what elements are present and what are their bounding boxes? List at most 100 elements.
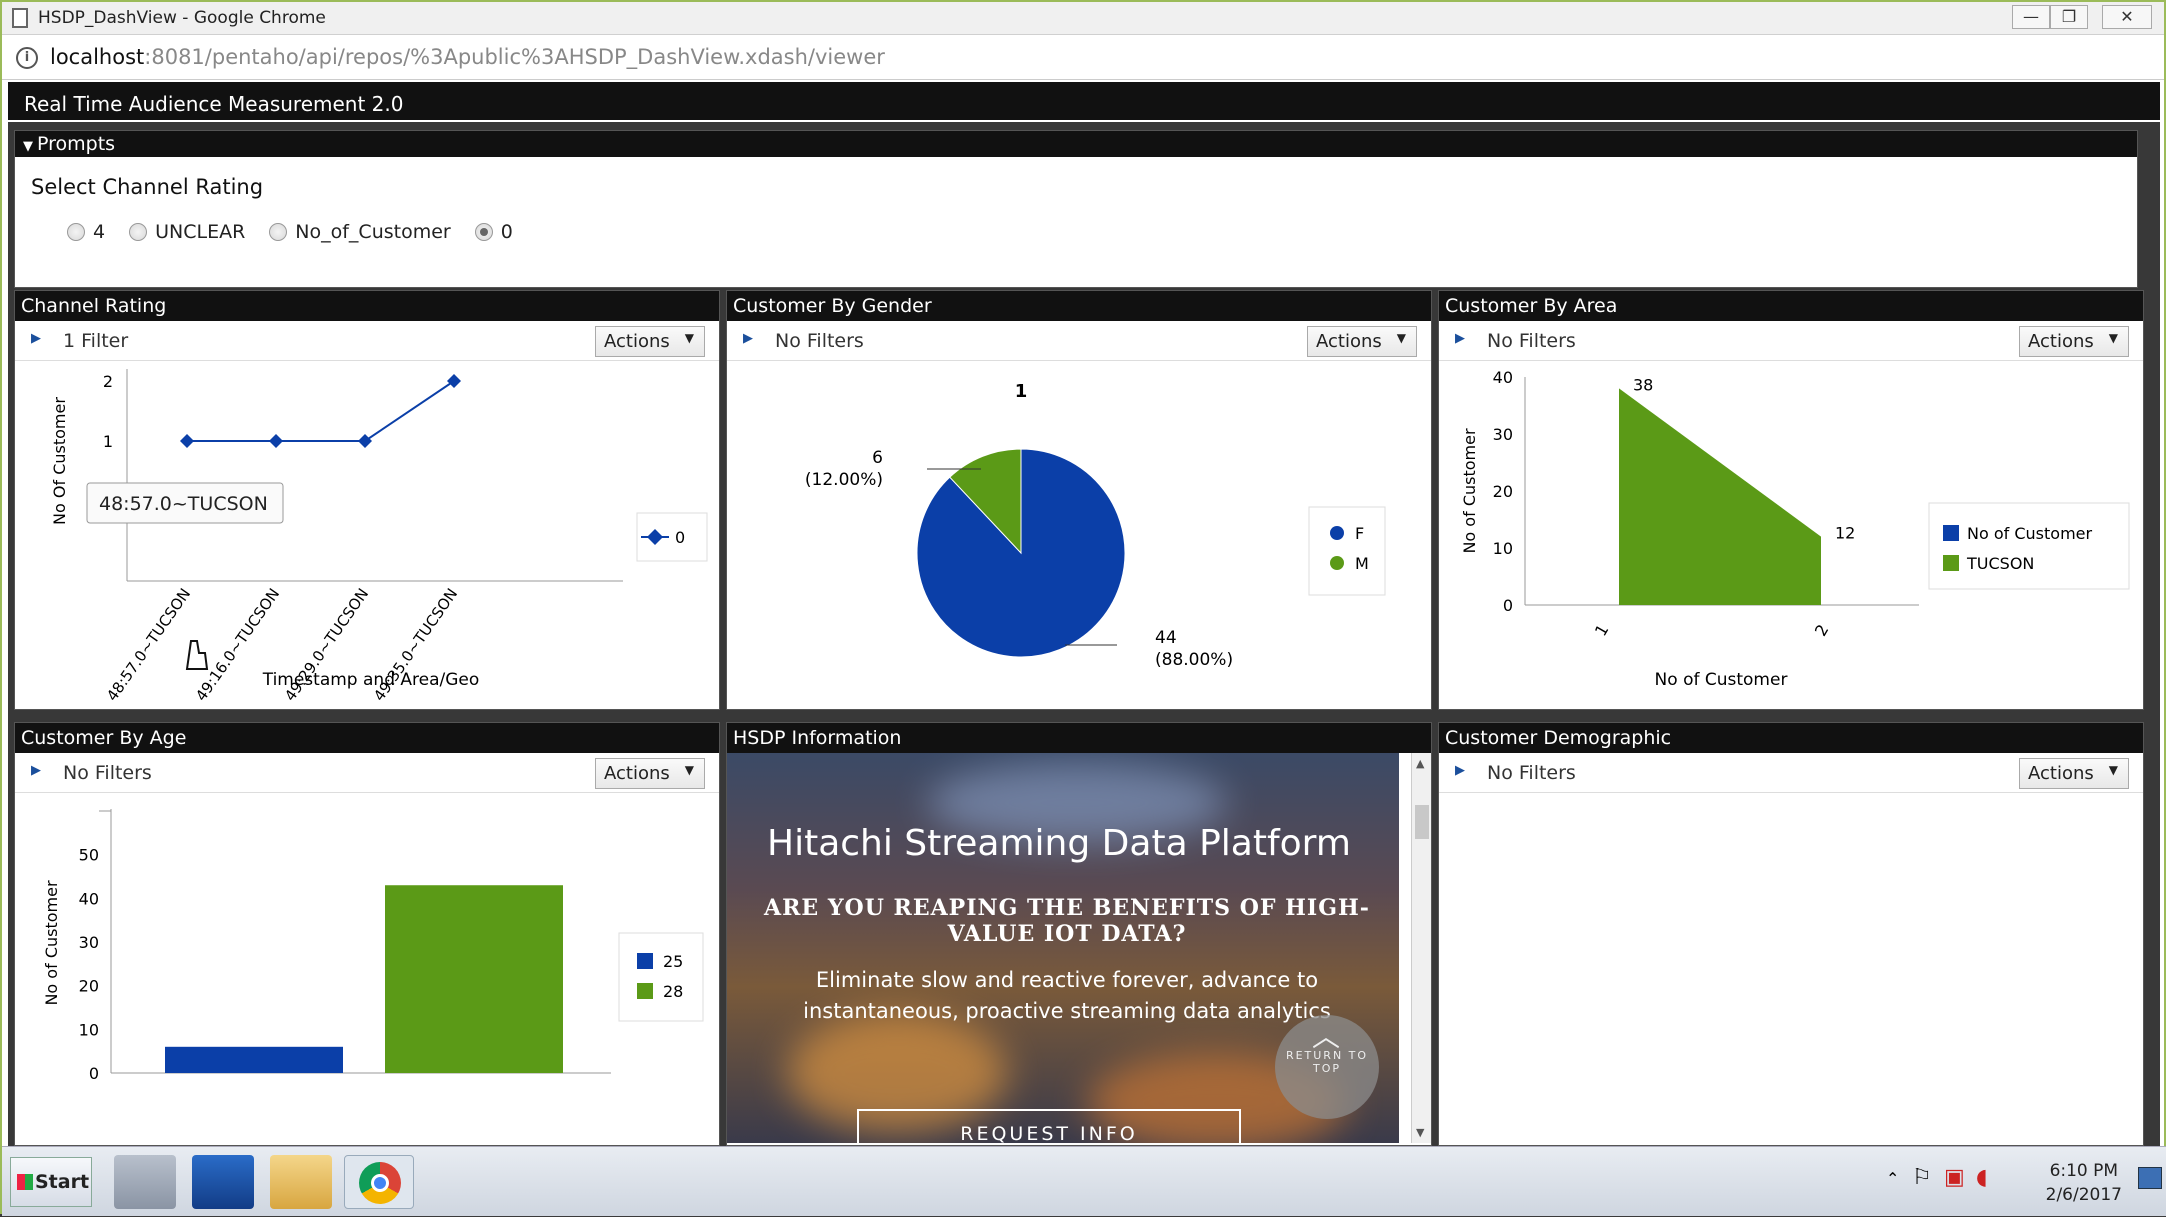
- info-icon[interactable]: i: [16, 47, 38, 69]
- scroll-thumb[interactable]: [1415, 805, 1429, 839]
- bar-25[interactable]: [165, 1046, 343, 1073]
- request-info-button[interactable]: REQUEST INFO: [857, 1109, 1241, 1143]
- y-axis-label: No of Customer: [1460, 428, 1479, 553]
- actions-dropdown[interactable]: Actions ▼: [595, 758, 705, 789]
- filter-text[interactable]: No Filters: [63, 762, 152, 784]
- browser-window: HSDP_DashView - Google Chrome — ❐ ✕ i lo…: [0, 0, 2166, 1216]
- windows-logo-icon: [17, 1174, 33, 1190]
- filter-text[interactable]: 1 Filter: [63, 330, 128, 352]
- channel-rating-chart: 2 1 No Of Customer 48:57.0~TUCSON49:16.0…: [50, 369, 708, 704]
- radio-button[interactable]: [129, 223, 148, 241]
- panel-title: Channel Rating: [15, 291, 719, 321]
- expand-filter-icon[interactable]: ▶: [1455, 331, 1465, 346]
- prompts-header[interactable]: ▼ Prompts: [15, 131, 2137, 157]
- area-chart: 0 10 20 30 40 No of Customer 38 12 1 2 No of …: [1460, 368, 2130, 690]
- data-point[interactable]: [180, 434, 194, 448]
- prompt-label: Select Channel Rating: [31, 175, 264, 199]
- data-point[interactable]: [358, 434, 372, 448]
- y-tick-labels: 0 10 20 30 40 50: [79, 810, 111, 1083]
- network-icon[interactable]: ▣: [1944, 1165, 1965, 1190]
- actions-dropdown[interactable]: Actions ▼: [595, 326, 705, 357]
- clock[interactable]: 6:10 PM 2/6/2017: [2046, 1159, 2122, 1207]
- y-axis-label: No Of Customer: [50, 397, 69, 525]
- filter-text[interactable]: No Filters: [775, 330, 864, 352]
- radio-option-unclear[interactable]: UNCLEAR: [129, 221, 245, 243]
- url-text[interactable]: localhost:8081/pentaho/api/repos/%3Apubl…: [50, 45, 885, 69]
- radio-option-no-of-customer[interactable]: No_of_Customer: [269, 221, 451, 243]
- prompts-panel: ▼ Prompts Select Channel Rating 4 UNCLEAR…: [14, 130, 2138, 288]
- y-tick-label: 1: [103, 432, 113, 451]
- data-point[interactable]: [269, 434, 283, 448]
- vertical-scrollbar[interactable]: ▲ ▼: [1411, 753, 1431, 1143]
- expand-filter-icon[interactable]: ▶: [31, 763, 41, 778]
- expand-filter-icon[interactable]: ▶: [1455, 763, 1465, 778]
- server-manager-icon[interactable]: [114, 1155, 176, 1209]
- x-tick-label: 2: [1811, 621, 1833, 639]
- radio-button[interactable]: [67, 223, 85, 241]
- address-bar[interactable]: i localhost:8081/pentaho/api/repos/%3Apu…: [2, 36, 2164, 80]
- maximize-button[interactable]: ❐: [2050, 5, 2088, 29]
- volume-icon[interactable]: ◖: [1976, 1165, 1988, 1190]
- filter-bar: ▶ 1 Filter Actions ▼: [15, 321, 719, 361]
- series-line: [187, 380, 455, 442]
- minimize-button[interactable]: —: [2012, 5, 2050, 29]
- y-tick-label: 40: [1493, 368, 1513, 387]
- radio-button-selected[interactable]: [474, 223, 493, 241]
- show-desktop-icon[interactable]: [2138, 1167, 2162, 1189]
- y-tick-label: 30: [79, 933, 99, 952]
- expand-filter-icon[interactable]: ▶: [31, 331, 41, 346]
- actions-dropdown[interactable]: Actions ▼: [2019, 758, 2129, 789]
- y-tick-label: 10: [79, 1020, 99, 1039]
- legend-label: 25: [663, 952, 683, 971]
- legend-marker-icon: [1330, 556, 1344, 570]
- tooltip: 48:57.0~TUCSON: [86, 482, 284, 524]
- chrome-taskbar-button[interactable]: [344, 1155, 414, 1209]
- slice-label-f: 44: [1155, 628, 1177, 648]
- bar-series: [165, 885, 563, 1073]
- taskbar: Start ⌃ ⚐ ▣ ◖ 6:10 PM 2/6/2017: [2, 1146, 2166, 1216]
- legend: 25 28: [618, 932, 704, 1022]
- show-hidden-icons[interactable]: ⌃: [1886, 1169, 1899, 1188]
- hsdp-information-panel: HSDP Information Hitachi Streaming Data …: [726, 722, 1432, 1146]
- return-to-top-button[interactable]: ︿ RETURN TO TOP: [1275, 1015, 1379, 1119]
- scroll-up-icon[interactable]: ▲: [1416, 757, 1424, 770]
- chevron-down-icon: ▼: [684, 331, 694, 345]
- y-axis-label: No of Customer: [42, 880, 61, 1005]
- app-title: Real Time Audience Measurement 2.0: [8, 82, 2160, 122]
- collapse-triangle-icon[interactable]: ▼: [23, 139, 33, 154]
- window-title: HSDP_DashView - Google Chrome: [38, 8, 326, 28]
- customer-by-age-panel: Customer By Age ▶ No Filters Actions ▼ 0 1…: [14, 722, 720, 1146]
- customer-demographic-panel: Customer Demographic ▶ No Filters Action…: [1438, 722, 2144, 1146]
- legend-label: 28: [663, 982, 683, 1001]
- y-tick-label: 40: [79, 889, 99, 908]
- bar-28[interactable]: [385, 885, 563, 1073]
- radio-option-4[interactable]: 4: [67, 221, 105, 243]
- radio-option-0[interactable]: 0: [474, 221, 513, 243]
- age-bar-chart: 0 10 20 30 40 50 No of Customer 25 28: [42, 809, 704, 1083]
- expand-filter-icon[interactable]: ▶: [743, 331, 753, 346]
- actions-dropdown[interactable]: Actions ▼: [2019, 326, 2129, 357]
- chevron-down-icon: ▼: [684, 763, 694, 777]
- flag-icon[interactable]: ⚐: [1912, 1165, 1932, 1190]
- close-button[interactable]: ✕: [2102, 5, 2152, 29]
- filter-text[interactable]: No Filters: [1487, 330, 1576, 352]
- promo-heading: Hitachi Streaming Data Platform: [767, 823, 1351, 864]
- slice-label-m: 6: [872, 448, 883, 468]
- filter-text[interactable]: No Filters: [1487, 762, 1576, 784]
- slice-pct-f: (88.00%): [1155, 650, 1233, 670]
- powershell-icon[interactable]: [192, 1155, 254, 1209]
- chart-title: 1: [1015, 381, 1028, 402]
- radio-button[interactable]: [269, 223, 288, 241]
- legend-marker-icon: [1330, 526, 1344, 540]
- panel-title: Customer By Gender: [727, 291, 1431, 321]
- filter-bar: ▶ No Filters Actions ▼: [727, 321, 1431, 361]
- customer-by-gender-panel: Customer By Gender ▶ No Filters Actions ▼…: [726, 290, 1432, 710]
- chrome-icon: [359, 1162, 401, 1204]
- area-fill[interactable]: [1619, 388, 1821, 605]
- start-button[interactable]: Start: [10, 1157, 92, 1207]
- actions-dropdown[interactable]: Actions ▼: [1307, 326, 1417, 357]
- scroll-down-icon[interactable]: ▼: [1416, 1126, 1424, 1139]
- data-point[interactable]: [447, 374, 461, 388]
- data-label: 38: [1633, 375, 1653, 394]
- file-explorer-icon[interactable]: [270, 1155, 332, 1209]
